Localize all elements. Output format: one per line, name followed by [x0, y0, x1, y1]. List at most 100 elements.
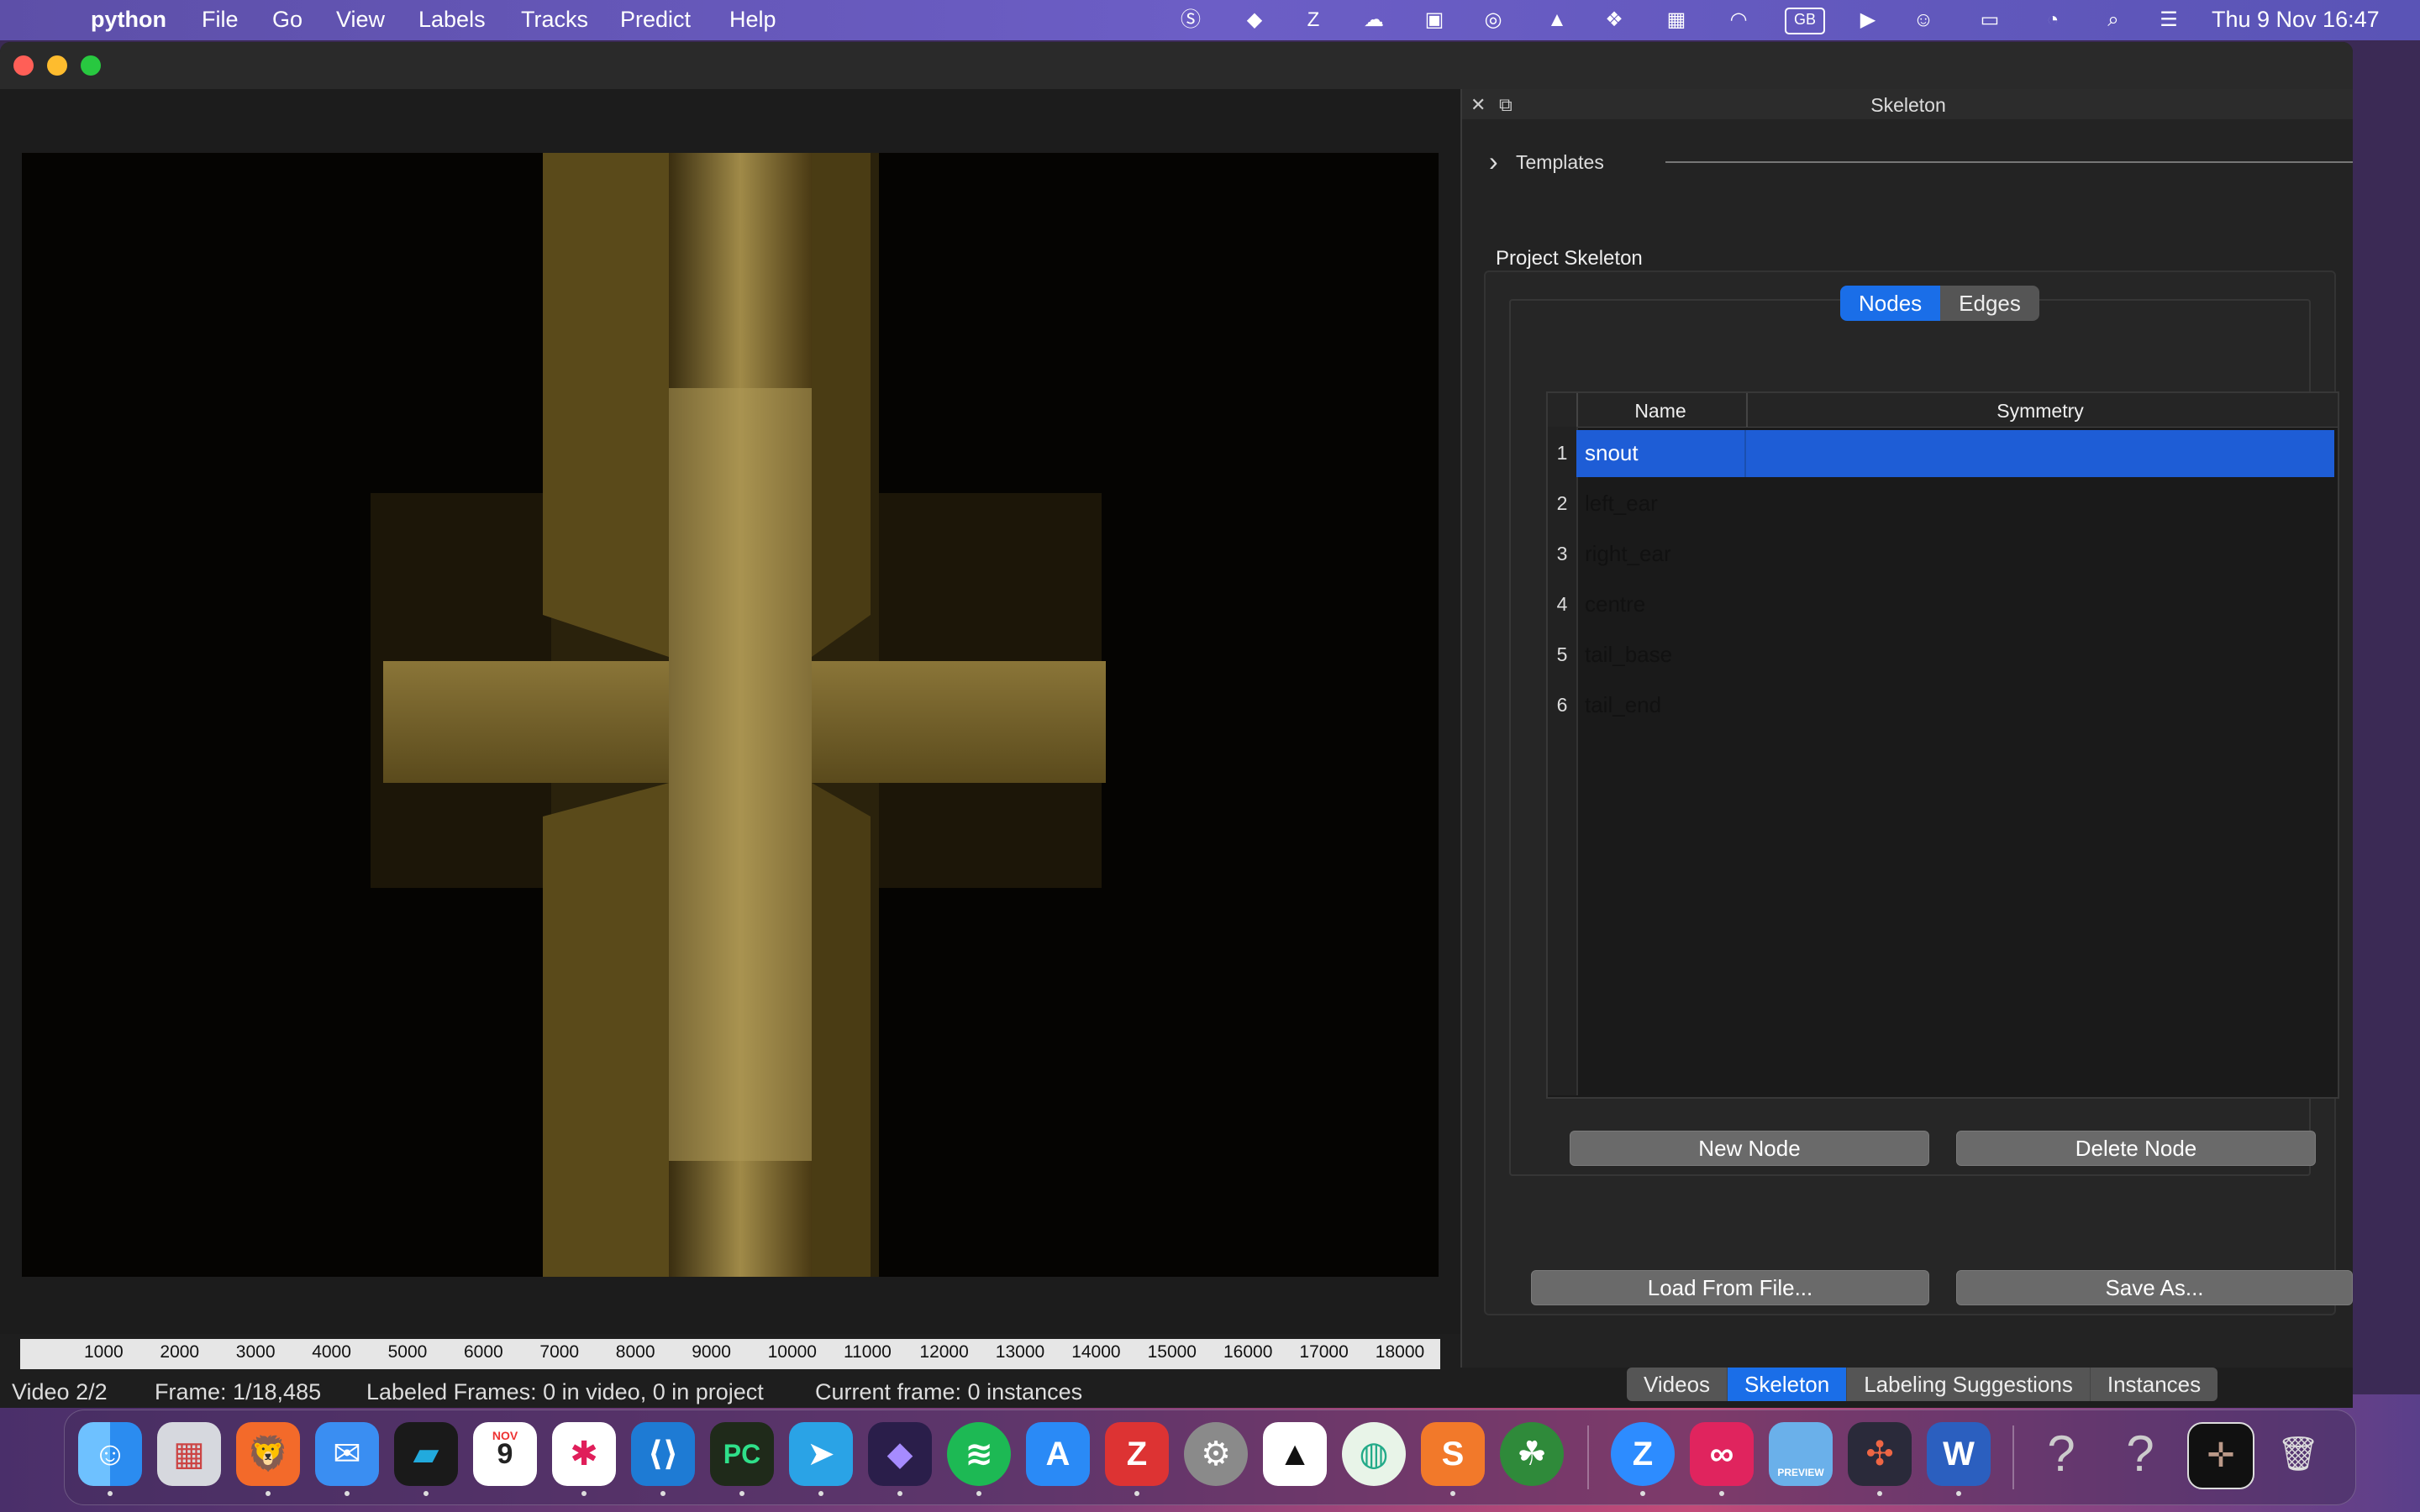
launchpad-icon[interactable]: ▦ [157, 1422, 221, 1486]
word-icon[interactable]: W [1927, 1422, 1991, 1486]
status-bag-icon[interactable]: ▣ [1422, 8, 1447, 32]
status-cloud-icon[interactable]: ☁ [1361, 8, 1386, 32]
row-number: 5 [1556, 643, 1568, 665]
node-name-cell[interactable]: tail_end [1585, 692, 1661, 718]
video-frame-image [22, 153, 1439, 1277]
pycharm-icon[interactable]: PC [710, 1422, 774, 1486]
unknown-app-icon[interactable]: ? [2108, 1422, 2172, 1486]
control-center-icon[interactable]: ☰ [2156, 8, 2181, 32]
running-indicator [345, 1491, 350, 1496]
status-video: Video 2/2 [12, 1379, 108, 1404]
table-header: Name Symmetry [1548, 393, 2338, 428]
node-name-cell[interactable]: snout [1585, 440, 1639, 466]
templates-toggle[interactable]: › Templates [1487, 146, 2353, 181]
video-frame[interactable] [22, 153, 1439, 1277]
menu-clock[interactable]: Thu 9 Nov 16:47 [2212, 7, 2380, 33]
new-node-button[interactable]: New Node [1570, 1131, 1929, 1166]
column-header-symmetry[interactable]: Symmetry [1746, 400, 2334, 423]
status-drive-icon[interactable]: ▲ [1544, 8, 1570, 32]
mail-icon[interactable]: ✉ [315, 1422, 379, 1486]
status-play-icon[interactable]: ▶ [1855, 8, 1881, 32]
menu-go[interactable]: Go [272, 7, 302, 33]
battery-icon[interactable]: ▭ [1971, 8, 2008, 32]
tab-nodes[interactable]: Nodes [1840, 286, 1941, 321]
slack-icon[interactable]: ✱ [552, 1422, 616, 1486]
dock-divider [2012, 1425, 2014, 1489]
status-grid-icon[interactable]: ▦ [1664, 8, 1689, 32]
telegram-icon[interactable]: ➤ [789, 1422, 853, 1486]
column-header-name[interactable]: Name [1576, 400, 1744, 423]
tab-skeleton[interactable]: Skeleton [1728, 1368, 1848, 1401]
dock: ☺ ▦ 🦁 ✉ ▰ NOV 9 ✱ ⟨⟩ PC ➤ ◆ ≋ A Z ⚙ ▲ ◍ … [64, 1410, 2356, 1505]
wifi-icon[interactable]: ◔ [2040, 8, 2065, 32]
seek-tick-label: 8000 [615, 1342, 655, 1362]
folder-app-icon[interactable]: ▰ [394, 1422, 458, 1486]
load-from-file-button[interactable]: Load From File... [1531, 1270, 1929, 1305]
keyboard-layout-indicator[interactable]: GB [1785, 8, 1825, 34]
running-indicator [976, 1491, 981, 1496]
calendar-month: NOV [492, 1429, 518, 1442]
image-thumbnail-icon[interactable]: ✛ [2187, 1422, 2254, 1489]
obsidian-icon[interactable]: ◆ [868, 1422, 932, 1486]
zoom-window-button[interactable] [81, 55, 101, 76]
vscode-icon[interactable]: ⟨⟩ [631, 1422, 695, 1486]
seek-tick-label: 1000 [84, 1342, 124, 1362]
node-name-cell[interactable]: left_ear [1585, 491, 1658, 517]
spotify-icon[interactable]: ≋ [947, 1422, 1011, 1486]
status-wifi-shield-icon[interactable]: ◠ [1726, 8, 1751, 32]
minimize-window-button[interactable] [47, 55, 67, 76]
close-window-button[interactable] [13, 55, 34, 76]
zoom-icon[interactable]: Z [1611, 1422, 1675, 1486]
creative-cloud-icon[interactable]: ∞ [1690, 1422, 1754, 1486]
seek-tick-label: 4000 [312, 1342, 351, 1362]
status-z-icon[interactable]: Z [1301, 8, 1326, 32]
running-indicator [739, 1491, 744, 1496]
menu-predict[interactable]: Predict [620, 7, 691, 33]
running-indicator [1877, 1491, 1882, 1496]
menu-help[interactable]: Help [729, 7, 776, 33]
zotero-icon[interactable]: Z [1105, 1422, 1169, 1486]
tab-instances[interactable]: Instances [2091, 1368, 2217, 1401]
tab-labeling-suggestions[interactable]: Labeling Suggestions [1847, 1368, 2091, 1401]
preview-icon[interactable]: PREVIEW [1769, 1422, 1833, 1486]
panel-bottom-tabs: Videos Skeleton Labeling Suggestions Ins… [1627, 1368, 2218, 1401]
tab-videos[interactable]: Videos [1627, 1368, 1728, 1401]
chevron-right-icon: › [1489, 146, 1498, 176]
status-cube-icon[interactable]: ◆ [1242, 8, 1267, 32]
network-app-icon[interactable]: ◍ [1342, 1422, 1406, 1486]
row-number: 4 [1556, 593, 1568, 615]
save-as-button[interactable]: Save As... [1956, 1270, 2353, 1305]
finder-icon[interactable]: ☺ [78, 1422, 142, 1486]
seek-tick-label: 14000 [1071, 1342, 1121, 1362]
tab-edges[interactable]: Edges [1940, 286, 2039, 321]
menu-tracks[interactable]: Tracks [521, 7, 588, 33]
table-row[interactable]: snout [1576, 430, 2334, 477]
row-number: 6 [1556, 694, 1568, 716]
trash-icon[interactable]: 🗑 [2266, 1422, 2330, 1486]
menu-file[interactable]: File [202, 7, 239, 33]
video-area: 1000 2000 3000 4000 5000 6000 7000 8000 9000 1000… [0, 89, 1460, 1404]
sleap-icon[interactable]: ✣ [1848, 1422, 1912, 1486]
node-name-cell[interactable]: tail_base [1585, 642, 1672, 668]
running-indicator [1719, 1491, 1724, 1496]
system-settings-icon[interactable]: ⚙ [1184, 1422, 1248, 1486]
node-name-cell[interactable]: right_ear [1585, 541, 1671, 567]
search-icon[interactable]: ⌕ [2101, 8, 2126, 32]
sublime-s-icon[interactable]: S [1421, 1422, 1485, 1486]
app-menu[interactable]: python [91, 7, 166, 33]
menu-labels[interactable]: Labels [418, 7, 486, 33]
unknown-app-icon[interactable]: ? [2029, 1422, 2093, 1486]
status-s-icon[interactable]: Ⓢ [1178, 8, 1203, 32]
delete-node-button[interactable]: Delete Node [1956, 1131, 2316, 1166]
green-app-icon[interactable]: ☘ [1500, 1422, 1564, 1486]
app-store-icon[interactable]: A [1026, 1422, 1090, 1486]
status-dropbox-icon[interactable]: ❖ [1602, 8, 1627, 32]
user-icon[interactable]: ☺ [1911, 8, 1936, 32]
menu-view[interactable]: View [336, 7, 385, 33]
running-indicator [1640, 1491, 1645, 1496]
node-name-cell[interactable]: centre [1585, 591, 1645, 617]
brave-icon[interactable]: 🦁 [236, 1422, 300, 1486]
status-cc-icon[interactable]: ◎ [1481, 8, 1506, 32]
calendar-icon[interactable]: NOV 9 [473, 1422, 537, 1486]
inkscape-icon[interactable]: ▲ [1263, 1422, 1327, 1486]
